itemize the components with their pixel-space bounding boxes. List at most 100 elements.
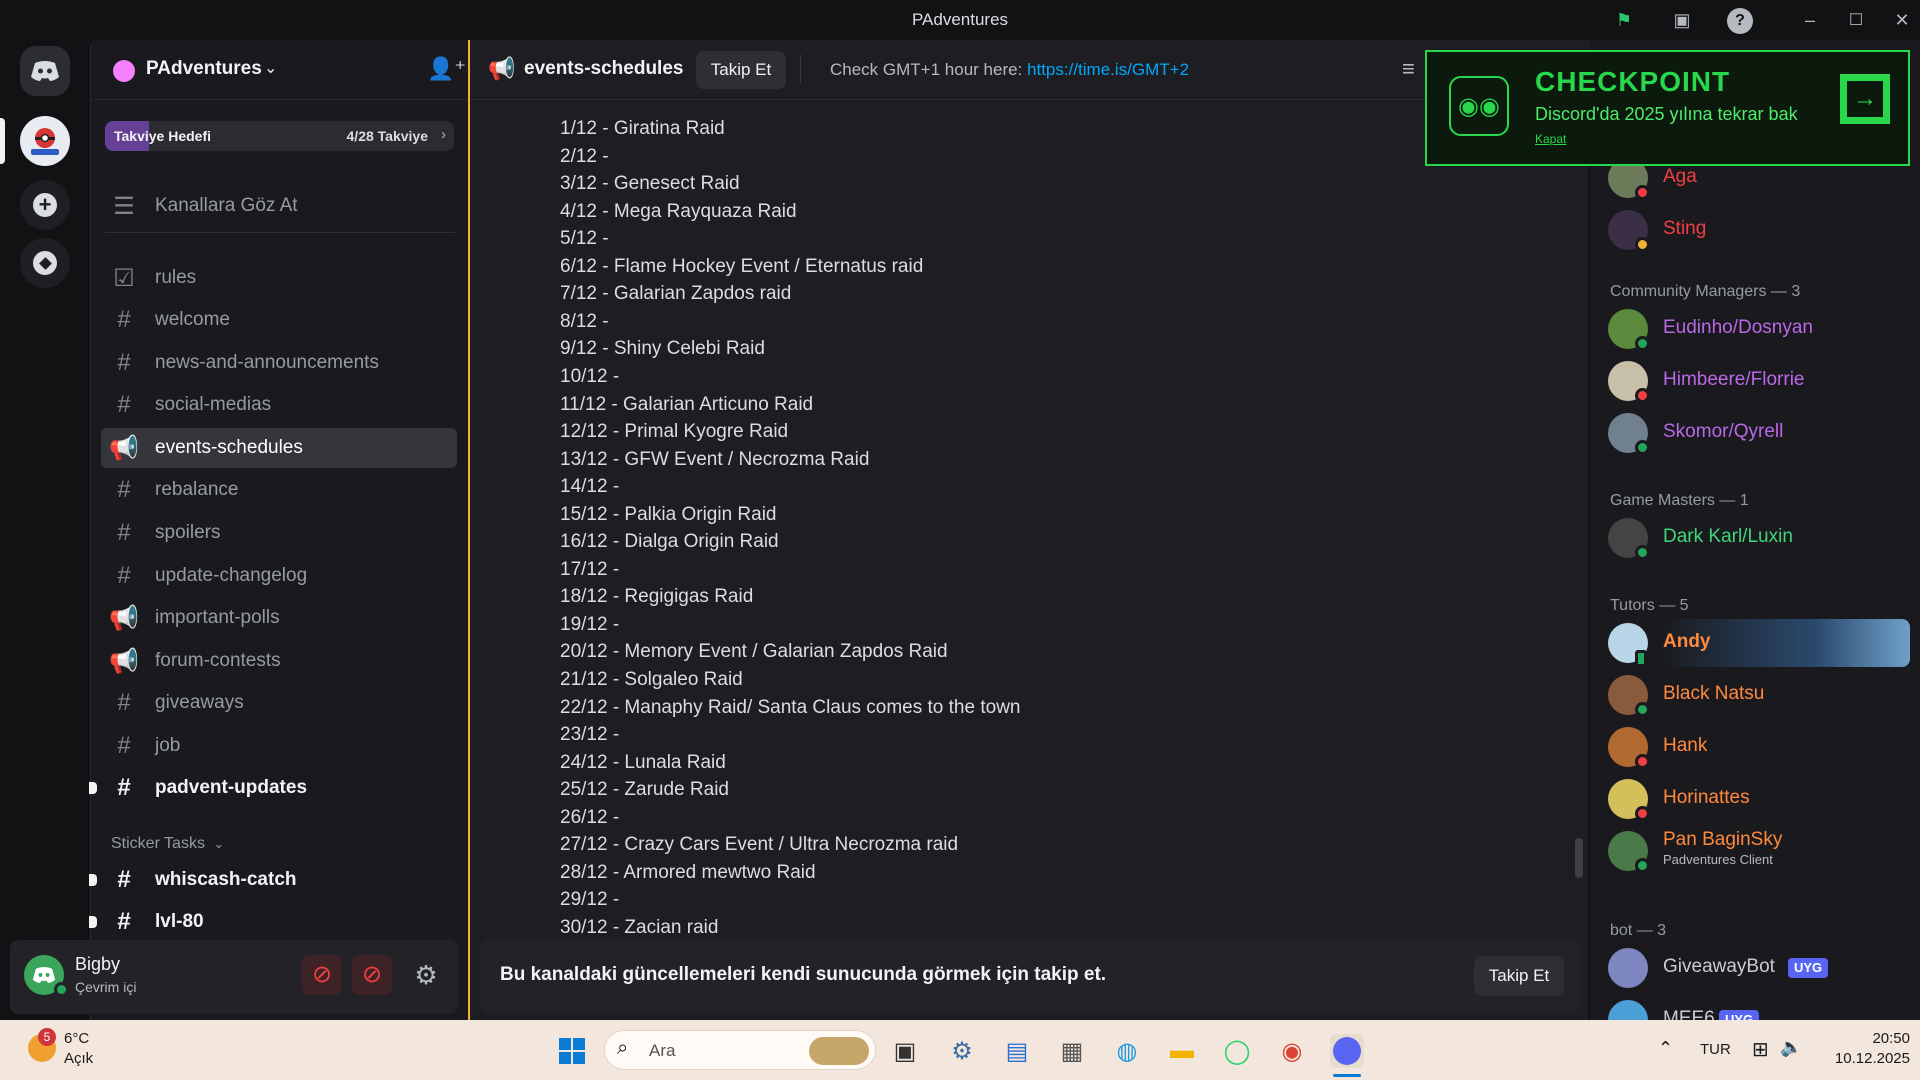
hash-icon: # <box>117 391 131 418</box>
member-item[interactable]: Sting <box>1608 206 1908 254</box>
channel-topic: Check GMT+1 hour here: https://time.is/G… <box>830 60 1189 80</box>
checkpoint-dismiss[interactable]: Kapat <box>1535 132 1566 146</box>
message-line: 2/12 - <box>560 145 609 167</box>
channel-whiscash-catch[interactable]: # whiscash-catch <box>89 860 457 900</box>
message-line: 23/12 - <box>560 724 620 746</box>
member-name: Skomor/Qyrell <box>1663 421 1784 442</box>
active-app-indicator <box>1333 1074 1361 1077</box>
channel-social-medias[interactable]: # social-medias <box>101 385 457 425</box>
follow-button[interactable]: Takip Et <box>696 51 786 89</box>
channel-spoilers[interactable]: # spoilers <box>101 513 457 553</box>
muted-mic-icon[interactable]: ⊘ <box>302 955 342 995</box>
channel-label: social-medias <box>155 394 272 415</box>
member-item[interactable]: Pan BaginSky Padventures Client <box>1608 827 1908 875</box>
server-name: PAdventures <box>146 58 262 79</box>
dnd-status-icon <box>1635 754 1650 769</box>
channel-forum-contests[interactable]: 📢 forum-contests <box>101 641 457 681</box>
checkpoint-open-button[interactable]: → <box>1840 74 1890 124</box>
file-explorer-icon[interactable]: ▬ <box>1165 1034 1199 1068</box>
gear-icon[interactable]: ⚙ <box>406 955 446 995</box>
padventures-server-icon[interactable] <box>20 116 70 166</box>
channel-name: events-schedules <box>524 58 684 79</box>
threads-icon[interactable]: ≡ <box>1402 56 1415 82</box>
task-view-icon[interactable]: ▣ <box>888 1034 922 1068</box>
member-item[interactable]: Dark Karl/Luxin <box>1608 514 1908 562</box>
add-server-icon[interactable]: + <box>20 180 70 230</box>
browse-channels[interactable]: ☰ Kanallara Göz At <box>101 186 457 226</box>
channel-giveaways[interactable]: # giveaways <box>101 683 457 723</box>
message-line: 21/12 - Solgaleo Raid <box>560 669 743 690</box>
channel-welcome[interactable]: # welcome <box>101 300 457 340</box>
topic-link[interactable]: https://time.is/GMT+2 <box>1027 60 1189 79</box>
deafened-headphones-icon[interactable]: ⊘ <box>352 955 392 995</box>
online-status-icon <box>1635 858 1650 873</box>
channel-job[interactable]: # job <box>101 726 457 766</box>
channel-update-changelog[interactable]: # update-changelog <box>101 556 457 596</box>
message-line: 1/12 - Giratina Raid <box>560 118 725 139</box>
member-group-header: Game Masters — 1 <box>1610 492 1749 509</box>
channel-news-and-announcements[interactable]: # news-and-announcements <box>101 343 457 383</box>
member-item[interactable]: Skomor/Qyrell <box>1608 409 1908 457</box>
maximize-icon[interactable]: ☐ <box>1844 8 1868 32</box>
help-icon[interactable]: ? <box>1727 8 1753 34</box>
username: Bigby <box>75 954 121 974</box>
minimize-icon[interactable]: – <box>1798 8 1822 32</box>
clock-time[interactable]: 20:50 <box>1820 1030 1910 1047</box>
whatsapp-icon[interactable]: ◯ <box>1220 1034 1254 1068</box>
channel-padvent-updates[interactable]: # padvent-updates <box>89 768 457 808</box>
chevron-up-icon[interactable]: ⌃ <box>1658 1038 1673 1059</box>
list-search-icon: ☰ <box>113 192 135 220</box>
message-line: 22/12 - Manaphy Raid/ Santa Claus comes … <box>560 696 1021 718</box>
megaphone-icon: 📢 <box>488 56 516 81</box>
chevron-down-icon: ⌄ <box>213 836 225 851</box>
member-name: Himbeere/Florrie <box>1663 369 1805 390</box>
language-indicator[interactable]: TUR <box>1700 1041 1731 1058</box>
channel-label: welcome <box>155 309 230 330</box>
member-item[interactable]: Eudinho/Dosnyan <box>1608 305 1908 353</box>
boost-goal-bar[interactable]: Takviye Hedefi 4/28 Takviye › <box>105 121 454 151</box>
weather-widget[interactable]: 5 <box>20 1028 60 1070</box>
volume-icon[interactable]: 🔈 <box>1780 1037 1802 1058</box>
discord-home-icon[interactable] <box>20 46 70 96</box>
channel-rebalance[interactable]: # rebalance <box>101 470 457 510</box>
member-item[interactable]: Hank <box>1608 723 1908 771</box>
scrollbar[interactable] <box>1575 838 1583 878</box>
channel-lvl-80[interactable]: # lvl-80 <box>89 902 457 942</box>
message-line: 26/12 - <box>560 806 620 828</box>
flag-icon[interactable]: ⚑ <box>1612 8 1636 32</box>
network-icon[interactable]: ⊞ <box>1752 1037 1769 1062</box>
discord-taskbar-icon[interactable] <box>1330 1034 1364 1068</box>
message-line: 12/12 - Primal Kyogre Raid <box>560 421 789 443</box>
windows-start-icon[interactable] <box>555 1034 589 1068</box>
member-item[interactable]: GiveawayBot UYG <box>1608 944 1908 992</box>
member-item[interactable]: Black Natsu <box>1608 671 1908 719</box>
discover-icon[interactable] <box>20 238 70 288</box>
message-line: 28/12 - Armored mewtwo Raid <box>560 861 816 883</box>
taskbar-search[interactable]: ⌕ Ara <box>604 1030 876 1070</box>
calculator-icon[interactable]: ▦ <box>1055 1034 1089 1068</box>
message-line: 3/12 - Genesect Raid <box>560 173 740 195</box>
follow-bar-text: Bu kanaldaki güncellemeleri kendi sunucu… <box>500 964 1107 985</box>
edge-browser-icon[interactable]: ◍ <box>1110 1034 1144 1068</box>
channel-events-schedules[interactable]: 📢 events-schedules <box>101 428 457 468</box>
settings-app-icon[interactable]: ⚙ <box>945 1034 979 1068</box>
online-status-icon <box>1635 545 1650 560</box>
chrome-icon[interactable]: ◉ <box>1275 1034 1309 1068</box>
channel-rules[interactable]: ☑ rules <box>101 258 457 298</box>
channel-label: news-and-announcements <box>155 352 379 373</box>
follow-bar-button[interactable]: Takip Et <box>1474 956 1564 996</box>
category-sticker-tasks[interactable]: Sticker Tasks ⌄ <box>111 835 224 853</box>
close-icon[interactable]: ✕ <box>1890 8 1914 32</box>
member-item[interactable]: Horinattes <box>1608 775 1908 823</box>
inbox-icon[interactable]: ▣ <box>1670 8 1694 32</box>
add-member-icon[interactable]: 👤⁺ <box>427 56 466 82</box>
member-item[interactable]: Himbeere/Florrie <box>1608 357 1908 405</box>
member-item[interactable]: Andy <box>1600 619 1910 667</box>
clock-date[interactable]: 10.12.2025 <box>1820 1050 1910 1067</box>
channel-important-polls[interactable]: 📢 important-polls <box>101 598 457 638</box>
notepad-icon[interactable]: ▤ <box>1000 1034 1034 1068</box>
hash-icon: # <box>117 519 131 546</box>
divider <box>105 232 455 233</box>
hash-icon: # <box>117 732 131 759</box>
server-header[interactable]: PAdventures ⌄ 👤⁺ <box>91 40 469 100</box>
